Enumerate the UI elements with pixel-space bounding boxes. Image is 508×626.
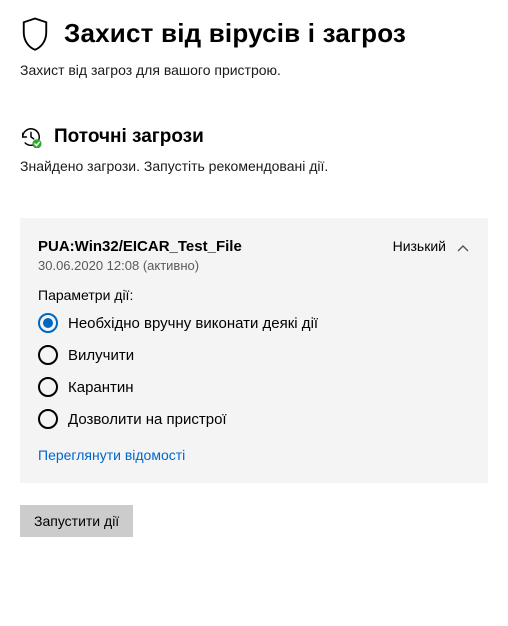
action-option-manual[interactable]: Необхідно вручну виконати деякі дії [38,313,470,333]
threat-title-block: PUA:Win32/EICAR_Test_File 30.06.2020 12:… [38,238,393,273]
radio-icon [38,409,58,429]
page-subtitle: Захист від загроз для вашого пристрою. [20,62,488,78]
action-option-label: Вилучити [68,347,134,364]
page-title: Захист від вірусів і загроз [64,18,406,49]
action-params-label: Параметри дії: [38,287,470,303]
chevron-up-icon [456,241,470,251]
current-threats-subtitle: Знайдено загрози. Запустіть рекомендован… [20,158,488,174]
current-threats-heading: Поточні загрози [54,126,204,148]
view-details-link[interactable]: Переглянути відомості [38,447,185,463]
threat-name: PUA:Win32/EICAR_Test_File [38,238,393,255]
action-option-quarantine[interactable]: Карантин [38,377,470,397]
radio-icon [38,377,58,397]
threat-card-header: PUA:Win32/EICAR_Test_File 30.06.2020 12:… [38,238,470,273]
severity-label: Низький [393,238,446,254]
threat-timestamp: 30.06.2020 12:08 (активно) [38,258,393,273]
action-option-label: Необхідно вручну виконати деякі дії [68,315,318,332]
action-option-remove[interactable]: Вилучити [38,345,470,365]
run-actions-button[interactable]: Запустити дії [20,505,133,537]
radio-icon [38,313,58,333]
shield-icon [20,16,50,50]
action-option-label: Дозволити на пристрої [68,411,227,428]
action-option-label: Карантин [68,379,134,396]
current-threats-header: Поточні загрози [20,126,488,148]
action-option-allow[interactable]: Дозволити на пристрої [38,409,470,429]
history-badge-icon [20,126,42,148]
severity-toggle[interactable]: Низький [393,238,470,254]
page-header: Захист від вірусів і загроз [20,16,488,50]
action-options-list: Необхідно вручну виконати деякі дії Вилу… [38,313,470,429]
radio-icon [38,345,58,365]
threat-card: PUA:Win32/EICAR_Test_File 30.06.2020 12:… [20,218,488,483]
